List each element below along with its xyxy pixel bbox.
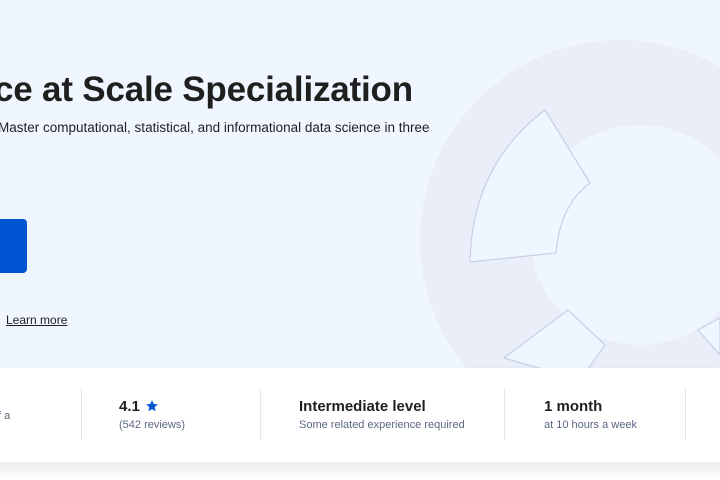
stat-divider — [685, 388, 686, 440]
stat-duration: 1 month at 10 hours a week — [544, 368, 684, 462]
rating-value: 4.1 — [119, 398, 159, 415]
duration-title: 1 month — [544, 398, 603, 415]
stat-partial-text: f a — [0, 410, 11, 422]
review-count: (542 reviews) — [119, 419, 186, 431]
enroll-button[interactable] — [0, 219, 27, 273]
specialization-description: Master computational, statistical, and i… — [0, 120, 430, 135]
level-description: Some related experience required — [299, 419, 465, 431]
stat-divider — [260, 388, 261, 440]
star-icon — [146, 400, 158, 412]
stat-rating: 4.1 (542 reviews) — [119, 368, 259, 462]
stat-divider — [81, 388, 82, 440]
stat-level: Intermediate level Some related experien… — [299, 368, 499, 462]
decorative-ring-graphic — [420, 40, 720, 368]
duration-pace: at 10 hours a week — [544, 419, 637, 431]
hero-banner: ce at Scale Specialization Master comput… — [0, 0, 720, 368]
rating-number: 4.1 — [119, 398, 140, 415]
stat-partial: f a — [0, 368, 80, 462]
course-stats-bar: f a 4.1 (542 reviews) Intermediate level… — [0, 368, 720, 462]
page-title: ce at Scale Specialization — [0, 70, 413, 109]
stat-divider — [504, 388, 505, 440]
page-shadow — [0, 462, 720, 480]
level-title: Intermediate level — [299, 398, 426, 415]
learn-more-link[interactable]: Learn more — [6, 313, 67, 327]
